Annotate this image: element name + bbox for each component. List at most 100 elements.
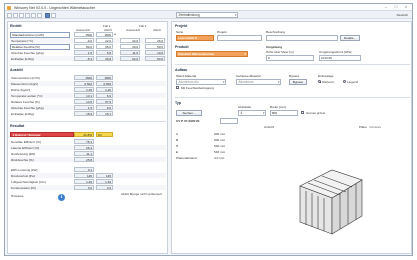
paste-icon[interactable] — [37, 12, 42, 18]
suchen-button[interactable]: Suchen... — [176, 110, 202, 116]
toolbar: Zentrallenkung ▾ Deutsch — [5, 11, 412, 19]
maximize-icon[interactable]: □ — [391, 4, 401, 10]
mode-select[interactable]: Zentrallenkung ▾ — [176, 12, 238, 18]
breite-input[interactable]: 800 — [270, 110, 298, 116]
eintritt-title: Eintritt — [10, 24, 22, 28]
beschreibung-input[interactable] — [266, 35, 338, 41]
res-label-3: Rückfeuchte [%] — [11, 158, 34, 162]
dim-e-key: E — [176, 150, 179, 154]
type-code-input[interactable] — [220, 118, 238, 124]
dim-plate-key: Plattenabstand — [176, 156, 197, 160]
row-label-enth-in: Enthalpie [kJ/kg] — [11, 57, 34, 61]
open-icon[interactable] — [13, 12, 18, 18]
cell-enth-f2a: 62.6 — [120, 56, 140, 61]
copy-icon[interactable] — [31, 12, 36, 18]
serie-select[interactable]: Leerschnitt 6 — [176, 35, 214, 41]
print-icon[interactable] — [25, 12, 30, 18]
projekt-input[interactable] — [217, 35, 262, 41]
bypass-label: Bypass — [289, 74, 300, 78]
left-panel: Eintritt Fall 1 Fall 2 Aussenluft Abluft… — [7, 21, 168, 254]
cell-enth-f2b: 53.6 — [145, 56, 165, 61]
close-icon[interactable]: × — [401, 4, 411, 10]
res-label-2: Nutzleistung [kW] — [11, 152, 36, 156]
res-val-3: 25.8 — [74, 157, 94, 162]
dim-plate-value: 4.0 mm — [214, 156, 225, 160]
gehaeuse-select[interactable]: Aluminium ▾ — [236, 79, 281, 85]
res-val-7a: 0.0 — [74, 185, 94, 190]
minimize-icon[interactable]: – — [381, 4, 391, 10]
cell-abs-f2a: 11.9 — [120, 50, 140, 55]
res-label-4: ERC-Leistung [kW] — [11, 168, 38, 172]
wand-select[interactable]: Aluminium Alu ▾ — [176, 79, 226, 85]
title-bar: Winsorry Net V2.0.0 - Ungenchten Wärmeta… — [5, 4, 412, 11]
umgebungsdruck-input[interactable]: 1013.25 — [319, 55, 361, 61]
cell-temp-f1b[interactable]: 22.0 — [96, 38, 113, 43]
wand-label: Wand-Material — [176, 74, 197, 78]
cell-vol-f1a[interactable]: 1500 — [74, 32, 94, 37]
dim-b-value: 900 mm — [214, 138, 226, 142]
row-label-out-4: Relative Feuchte [%] — [11, 100, 40, 104]
window-title: Winsorry Net V2.0.0 - Ungenchten Wärmeta… — [14, 5, 96, 10]
cell-out-0a: 1500 — [74, 75, 94, 80]
cell-temp-f2b[interactable]: 26.0 — [145, 38, 165, 43]
res-label-1: Latente Effizienz [%] — [11, 146, 40, 150]
cell-rh-f2a[interactable]: 40.0 — [120, 44, 140, 49]
result-efficiency-value: 21.8% — [74, 132, 94, 137]
product-select[interactable]: Standard Wärmetauscher ▾ — [176, 51, 248, 57]
cell-temp-f1a[interactable]: -9.0 — [74, 38, 94, 43]
cell-rh-f1b[interactable]: 35.0 — [96, 44, 113, 49]
vol-unit-toggle[interactable]: ◂ — [114, 32, 116, 36]
hoehe-label: Höhe über Meer [m] — [266, 50, 294, 54]
heat-exchanger-drawing — [240, 130, 410, 250]
save-icon[interactable] — [19, 12, 24, 18]
result-case-label[interactable]: 1 Rekord / Sommer — [10, 132, 74, 137]
mode-select-value: Zentrallenkung — [178, 13, 200, 17]
stehend-radio[interactable] — [318, 80, 321, 83]
grosse-checkbox[interactable] — [301, 111, 304, 114]
res-label-0: Sensible Effizienz [%] — [11, 140, 41, 144]
row-label-temp-in: Temperatur [°C] — [11, 39, 33, 43]
settings-icon[interactable] — [51, 12, 56, 18]
cell-out-6b: 15.1 — [96, 111, 113, 116]
language-label[interactable]: Deutsch — [397, 13, 408, 17]
cell-enth-f1a: -5.3 — [74, 56, 94, 61]
cell-abs-f2b: 10.6 — [145, 50, 165, 55]
abstande-select[interactable]: 4 ▾ — [238, 110, 266, 116]
einbaulage-label: Einbaulage — [318, 74, 334, 78]
grosse-checkbox-label: Grosse grösst — [306, 111, 326, 115]
info-icon[interactable]: i — [58, 194, 65, 201]
resultat-title: Resultat — [10, 124, 25, 128]
dim-h-value: 500 mm — [214, 144, 226, 148]
cell-out-6a: 16.9 — [74, 111, 94, 116]
abstande-label: Abstände — [238, 105, 252, 109]
hoehe-input[interactable]: 0 — [266, 55, 314, 61]
res-label-7: Kondensation [l/h] — [11, 186, 36, 190]
feuchte-checkbox[interactable] — [176, 86, 179, 89]
austritt-title: Austritt — [10, 68, 23, 72]
cell-out-4b: 97.5 — [96, 99, 113, 104]
cell-temp-f2a[interactable]: 32.0 — [120, 38, 140, 43]
feuchte-checkbox-label: Mit Feuchteübertragung — [181, 86, 214, 90]
cell-rh-f1a[interactable]: 80.0 — [74, 44, 94, 49]
bypass-button[interactable]: Bypass — [289, 79, 307, 85]
res-val-2: 11.1 — [74, 151, 94, 156]
ansicht-label: Ansicht — [264, 125, 275, 129]
cell-abs-f1a: 1.5 — [74, 50, 94, 55]
res-val-6b: 1.49 — [96, 179, 113, 184]
row-label-out-1: Massenstrom [kg/s] — [11, 82, 38, 86]
cell-rh-f2b[interactable]: 50.0 — [145, 44, 165, 49]
planes-value[interactable]: Inclusive — [369, 125, 381, 129]
cell-vol-f1b[interactable]: 1500 — [96, 32, 113, 37]
typ-title: Typ — [175, 101, 182, 105]
breite-label: Breite [mm] — [270, 105, 286, 109]
stehend-label: Stehend — [322, 79, 334, 84]
planes-label: Pläne — [359, 125, 367, 129]
eintritt-row-label[interactable]: Standardvolumen [m³/h] — [10, 32, 70, 38]
new-icon[interactable] — [7, 12, 12, 18]
liegend-radio[interactable] — [343, 80, 346, 83]
info-tool-icon[interactable] — [45, 12, 50, 18]
rh-select[interactable]: Relative Feuchte [%] — [10, 44, 70, 50]
res-val-5a: 145 — [74, 173, 94, 178]
details-button[interactable]: Details... — [340, 35, 360, 41]
hinweise-label: Hinweise — [11, 194, 24, 198]
